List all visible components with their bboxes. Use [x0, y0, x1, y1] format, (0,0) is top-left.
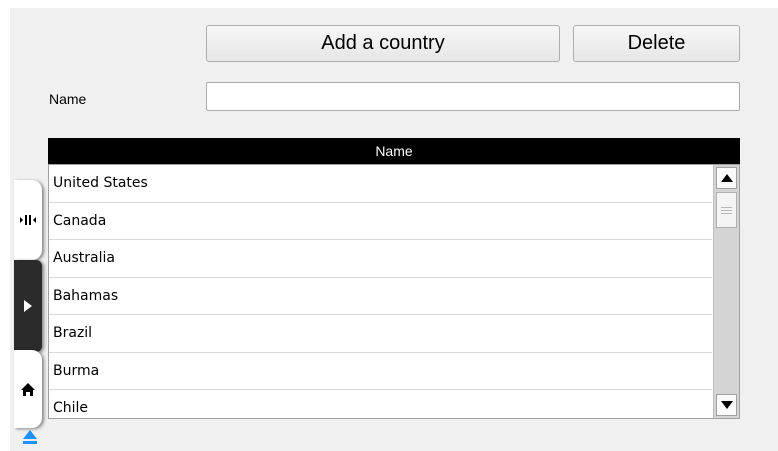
table-row[interactable]: Chile — [49, 390, 712, 418]
scroll-up-button[interactable] — [716, 167, 737, 189]
play-tab[interactable] — [14, 260, 42, 352]
vertical-scrollbar[interactable] — [713, 165, 739, 418]
arrow-down-icon — [720, 401, 733, 409]
grid-column-header-name[interactable]: Name — [48, 138, 740, 164]
eject-icon — [23, 430, 37, 444]
name-label: Name — [49, 91, 87, 107]
table-row[interactable]: Australia — [49, 240, 712, 278]
table-row[interactable]: Burma — [49, 353, 712, 390]
scroll-down-button[interactable] — [716, 394, 737, 416]
grip-line — [721, 210, 732, 211]
arrow-up-icon — [720, 174, 733, 182]
side-drawer — [0, 180, 42, 428]
table-row[interactable]: Brazil — [49, 315, 712, 353]
grid-rows: United States Canada Australia Bahamas B… — [49, 165, 712, 418]
grip-line — [721, 213, 732, 214]
eject-button[interactable] — [22, 428, 38, 448]
table-row[interactable]: Bahamas — [49, 278, 712, 315]
grip-line — [721, 207, 732, 208]
play-icon — [24, 300, 32, 312]
add-country-button[interactable]: Add a country — [206, 25, 560, 62]
country-grid: United States Canada Australia Bahamas B… — [48, 164, 740, 419]
delete-button[interactable]: Delete — [573, 25, 740, 62]
collapse-tab[interactable] — [14, 180, 42, 260]
collapse-arrows-icon — [20, 215, 36, 225]
home-icon — [21, 382, 35, 396]
scrollbar-thumb[interactable] — [716, 192, 737, 228]
table-row[interactable]: United States — [49, 165, 712, 203]
name-input[interactable] — [206, 82, 740, 111]
table-row[interactable]: Canada — [49, 203, 712, 240]
home-tab[interactable] — [14, 350, 42, 428]
